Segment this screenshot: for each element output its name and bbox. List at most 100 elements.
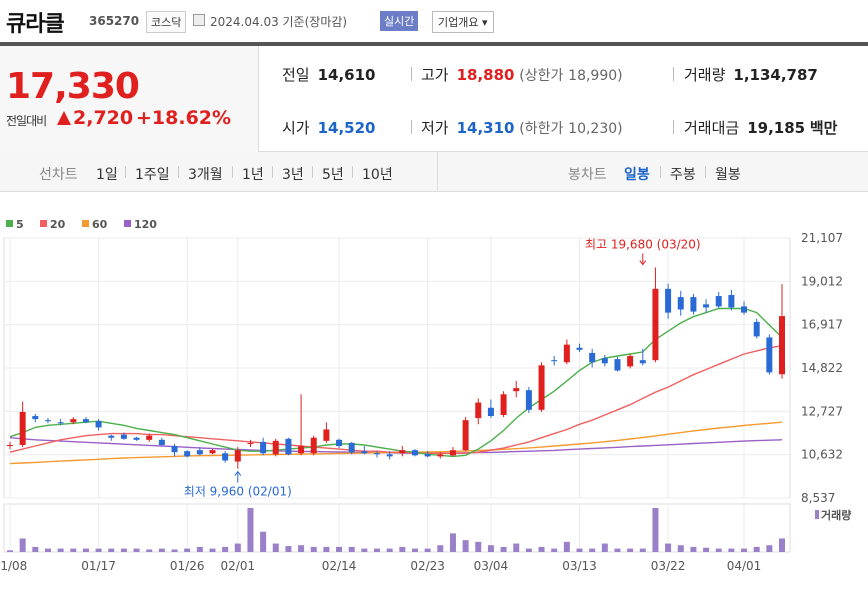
legend-label: 120: [134, 218, 157, 231]
candle-body: [336, 439, 343, 447]
volume-bar: [411, 548, 418, 552]
volume-bar: [639, 548, 646, 552]
volume-bar: [563, 541, 570, 552]
tab-weekly[interactable]: 주봉: [670, 164, 696, 184]
candle-body: [741, 306, 748, 313]
volume-plot-area: [3, 503, 791, 553]
candle-body: [753, 321, 760, 337]
candle-body: [120, 434, 127, 439]
volume-bar: [19, 538, 26, 552]
volume-bar: [589, 548, 596, 552]
tab-10y[interactable]: 10년: [362, 164, 393, 184]
volume-bar: [70, 548, 77, 552]
candle-body: [209, 450, 216, 454]
candle-body: [589, 352, 596, 363]
price-panel: 17,330 전일대비 2,720 +18.62%: [0, 46, 259, 152]
volume-bar: [690, 546, 697, 552]
candlestick-chart[interactable]: 21,107 19,012 16,917 14,822 12,727 10,632 8,53…: [0, 192, 868, 589]
price-change-percent: +18.62%: [136, 107, 232, 129]
company-overview-dropdown[interactable]: 기업개요 ▾: [432, 11, 494, 33]
volume-bar: [449, 533, 456, 552]
candle-body: [779, 316, 785, 375]
y-tick-label: 12,727: [801, 404, 843, 418]
tab-separator: [660, 166, 661, 178]
candle-body: [70, 419, 77, 423]
prev-close: 전일 14,610: [282, 66, 376, 84]
candle-body: [386, 454, 393, 457]
candle-body: [57, 422, 64, 424]
tab-separator: [178, 166, 179, 178]
candle-body: [146, 435, 153, 440]
candle-body: [44, 420, 51, 422]
y-tick-label: 8,537: [801, 491, 835, 505]
volume-bar: [310, 546, 317, 552]
quote-date: 2024.04.03 기준(장마감): [210, 15, 348, 29]
candle-body: [272, 440, 279, 455]
stat-separator: [673, 67, 674, 81]
legend-swatch: [82, 220, 89, 227]
volume-bar: [57, 548, 64, 552]
candle-body: [133, 437, 140, 440]
high-annotation: 최고 19,680 (03/20): [585, 238, 701, 252]
candle-body: [424, 454, 431, 457]
tab-monthly[interactable]: 월봉: [715, 164, 741, 184]
volume-bar: [285, 546, 292, 552]
candle-body: [563, 344, 570, 363]
quote-summary: 17,330 전일대비 2,720 +18.62% 전일 14,610 고가 18,…: [0, 46, 868, 152]
candle-body: [19, 411, 26, 445]
volume-bar: [627, 548, 634, 552]
market-badge: 코스닥: [146, 11, 187, 33]
volume-bar: [386, 548, 393, 552]
realtime-button[interactable]: 실시간: [380, 11, 419, 31]
candle-body: [7, 444, 13, 447]
y-tick-label: 16,917: [801, 318, 843, 332]
candle-body: [728, 295, 735, 308]
open-price: 시가 14,520: [282, 119, 376, 137]
candle-body: [399, 450, 406, 454]
candle-body: [690, 297, 697, 312]
volume-bar: [260, 531, 267, 552]
y-tick-label: 21,107: [801, 231, 843, 245]
chart-period-tabs: 선차트 1일 1주일 3개월 1년 3년 5년 10년 봉차트 일봉 주봉 월봉: [0, 152, 868, 192]
x-tick-label: 03/22: [651, 559, 686, 573]
tab-group-divider: [437, 152, 438, 192]
candle-body: [310, 437, 317, 454]
change-label: 전일대비: [6, 114, 47, 128]
candle-body: [108, 435, 115, 438]
tab-3y[interactable]: 3년: [282, 164, 304, 184]
tab-1y[interactable]: 1년: [242, 164, 264, 184]
volume-bar: [222, 546, 229, 552]
volume-legend-swatch: [815, 510, 819, 519]
volume-bar: [715, 548, 722, 552]
tab-1d[interactable]: 1일: [96, 164, 118, 184]
candle-body: [500, 394, 507, 415]
low-annotation: 최저 9,960 (02/01): [184, 485, 292, 499]
volume-bar: [513, 543, 520, 552]
candle-body: [82, 419, 89, 423]
volume-legend-label: 거래량: [821, 508, 851, 522]
candle-body: [551, 360, 558, 362]
candle-body: [247, 442, 254, 444]
y-tick-label: 19,012: [801, 274, 843, 288]
candle-body: [525, 390, 532, 410]
stock-name: 큐라클: [6, 12, 65, 37]
volume-bar: [108, 548, 115, 552]
candle-body: [196, 450, 203, 455]
trade-amount: 거래대금 19,185 백만: [684, 119, 838, 137]
candle-body: [361, 451, 368, 454]
tab-1w[interactable]: 1주일: [135, 164, 170, 184]
stock-code: 365270: [89, 14, 140, 28]
tab-daily[interactable]: 일봉: [624, 164, 650, 184]
tab-separator: [705, 166, 706, 178]
legend-label: 5: [16, 218, 24, 231]
volume-bar: [374, 548, 381, 552]
tab-3m[interactable]: 3개월: [188, 164, 223, 184]
tab-5y[interactable]: 5년: [322, 164, 344, 184]
volume-bar: [614, 548, 621, 552]
price-change-value: 2,720: [73, 107, 134, 129]
candle-body: [766, 337, 773, 373]
candle-body: [627, 356, 634, 367]
candle-body: [601, 358, 608, 364]
x-tick-label: 02/14: [322, 559, 357, 573]
legend-label: 20: [50, 218, 66, 231]
